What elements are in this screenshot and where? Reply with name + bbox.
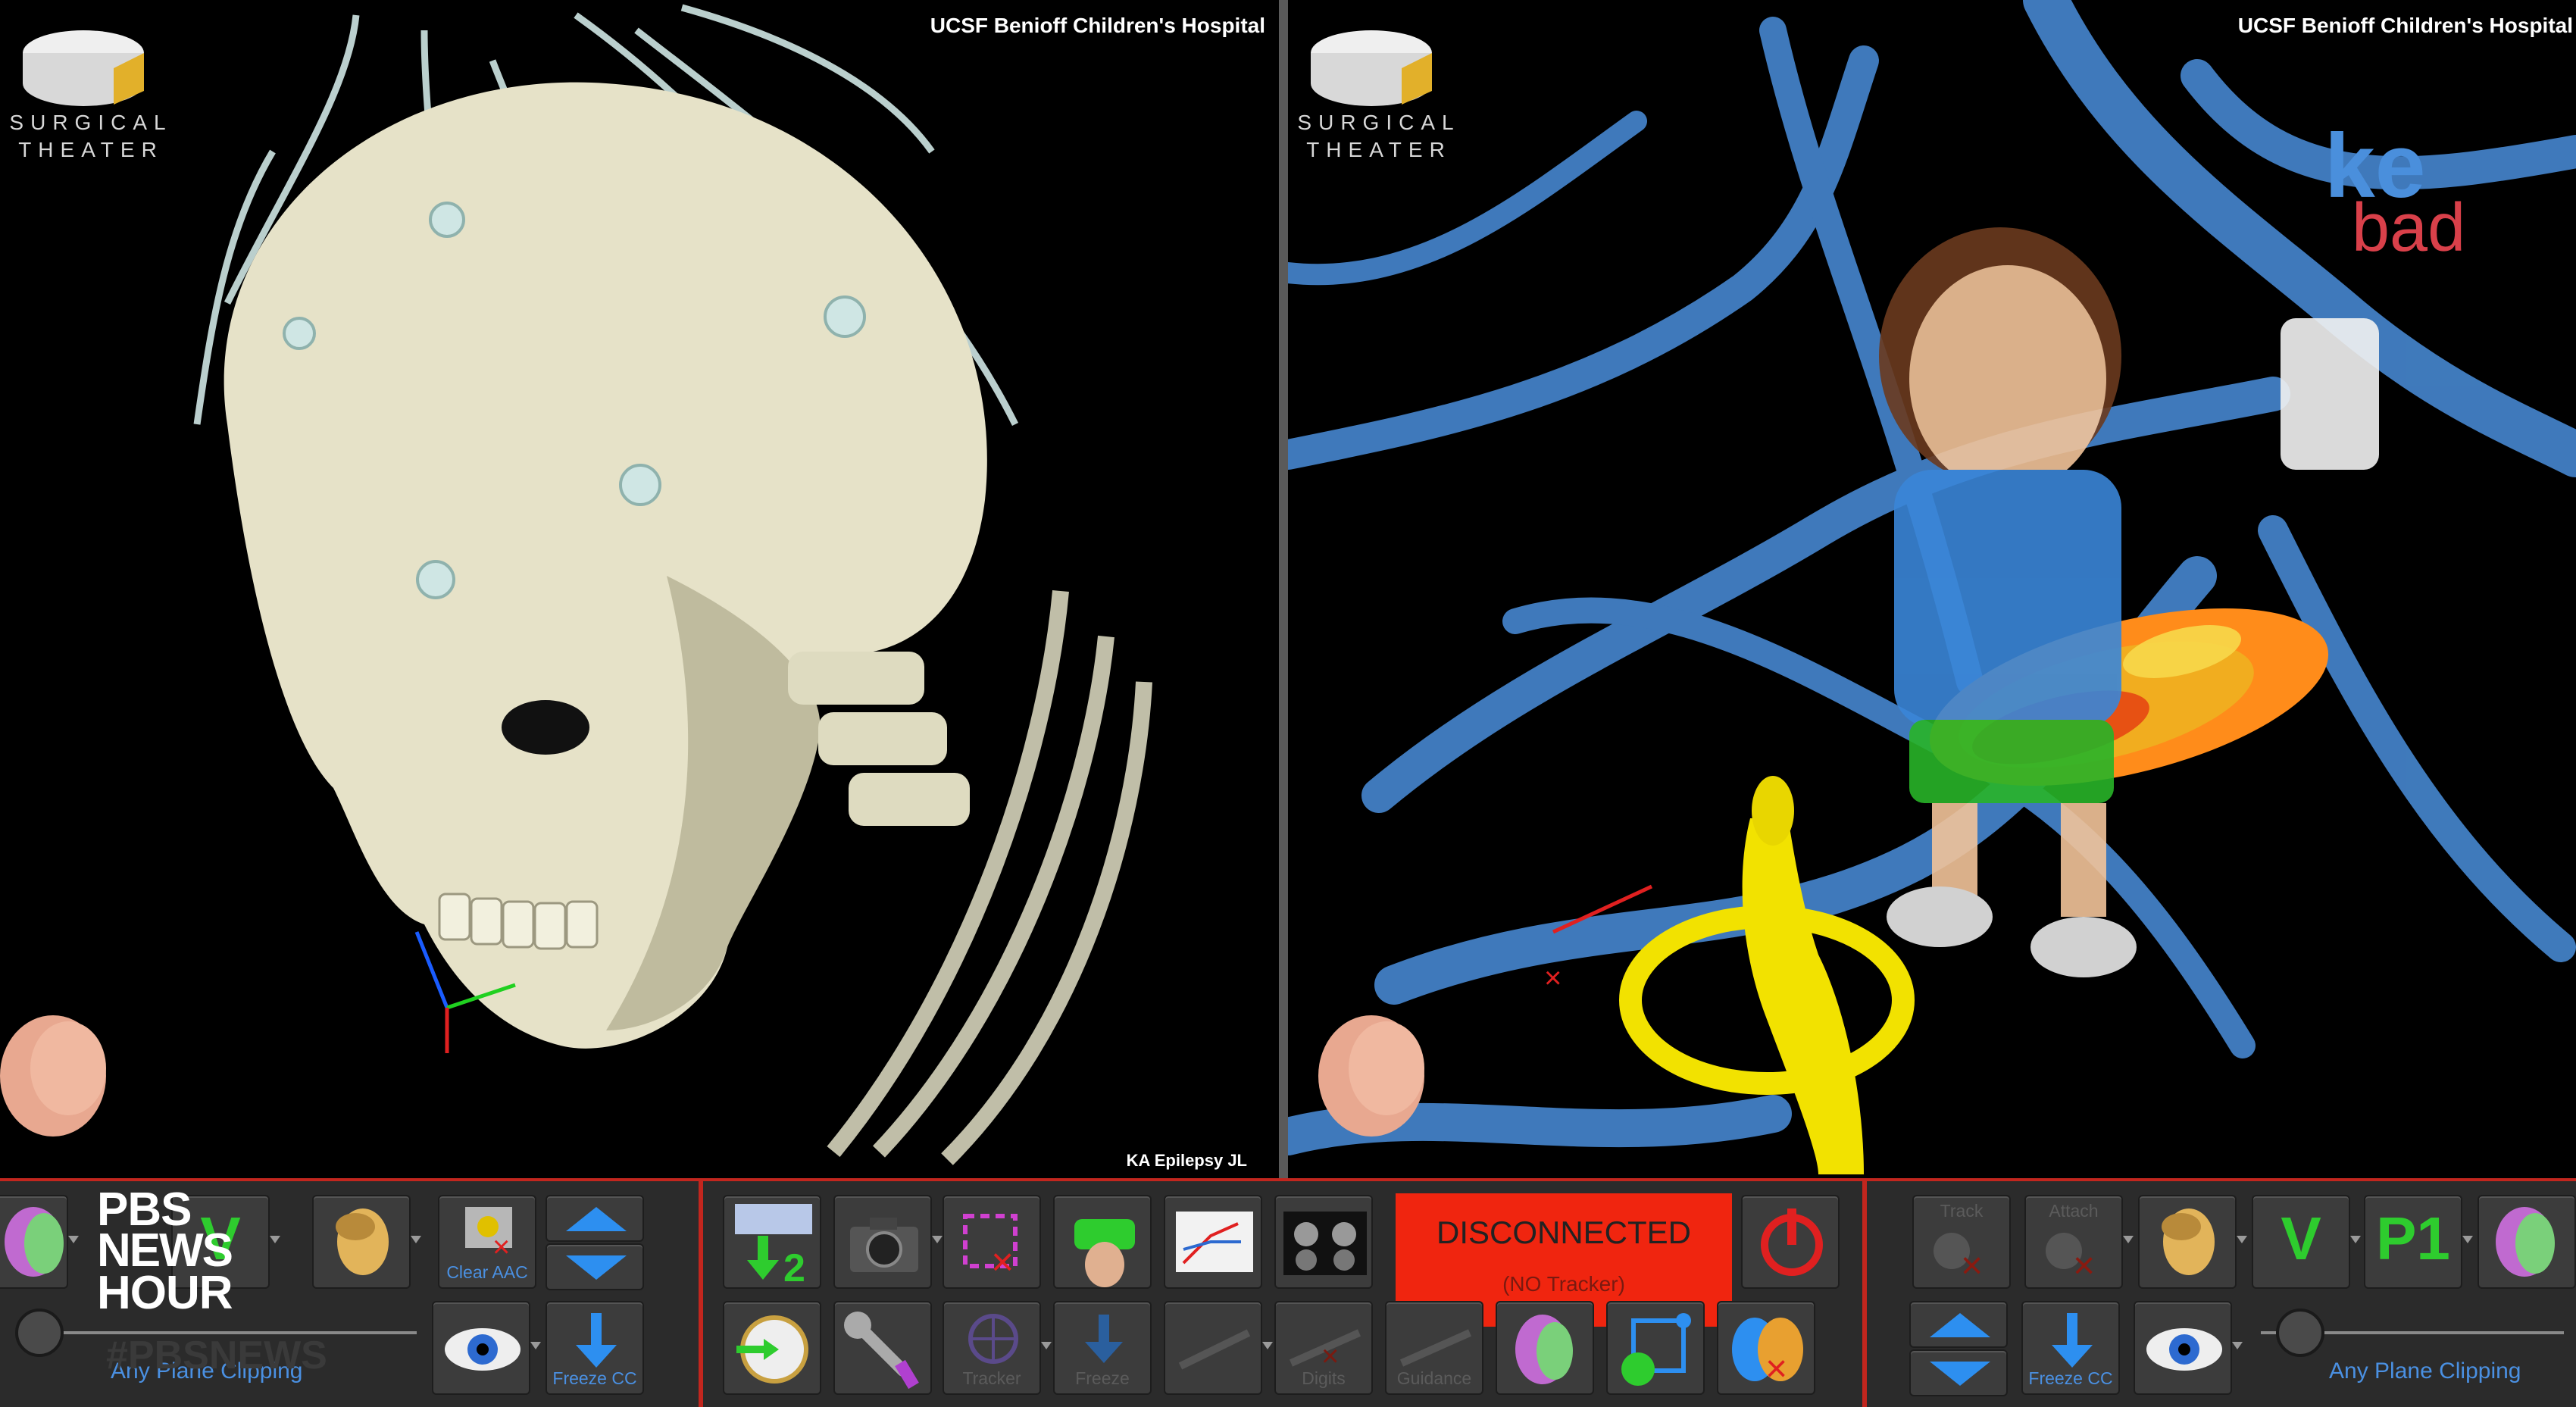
svg-text:×: ×: [1765, 1347, 1787, 1390]
any-plane-clipping-label: Any Plane Clipping: [2329, 1359, 2521, 1384]
head-orientation-icon: [1318, 1015, 1424, 1137]
right-3d-viewport[interactable]: × SURGICAL THEATER UCSF Benioff Children'…: [1288, 0, 2576, 1178]
head-segment-button[interactable]: [1496, 1301, 1594, 1395]
svg-text:×: ×: [991, 1240, 1014, 1284]
mri-views-button[interactable]: [1274, 1195, 1373, 1289]
svg-text:×: ×: [1961, 1244, 1983, 1287]
surgical-theater-logo: SURGICAL THEATER: [1288, 8, 1485, 161]
pbs-hashtag-watermark: #PBSNEWS: [106, 1334, 327, 1377]
probe-button[interactable]: [1164, 1301, 1273, 1395]
bottom-toolbar: V × Clear AAC Any Plane Clipping Freeze …: [0, 1178, 2576, 1407]
left-3d-viewport[interactable]: SURGICAL THEATER UCSF Benioff Children's …: [0, 0, 1279, 1178]
move-down-button[interactable]: [1909, 1349, 2008, 1396]
right-toolbar-panel: × Track × Attach V P1 Freeze CC Any Plan…: [1867, 1181, 2576, 1407]
eye-visibility-button[interactable]: [2134, 1301, 2243, 1395]
clipping-slider-knob[interactable]: [15, 1309, 64, 1357]
guidance-button[interactable]: Guidance: [1385, 1301, 1483, 1395]
svg-text:×: ×: [1544, 961, 1562, 995]
move-up-button[interactable]: [1909, 1301, 2008, 1348]
head-skin-button[interactable]: [2138, 1195, 2247, 1289]
center-toolbar-panel: 2 × DISCONNECTED (NO Tracker) Tracker Fr…: [703, 1181, 1862, 1407]
hospital-name: UCSF Benioff Children's Hospital: [930, 14, 1265, 37]
hospital-name: UCSF Benioff Children's Hospital: [2237, 14, 2573, 37]
trajectory-chart-button[interactable]: [1164, 1195, 1262, 1289]
svg-text:2: 2: [783, 1246, 805, 1290]
svg-text:×: ×: [492, 1230, 510, 1264]
preset-p1-button[interactable]: P1: [2364, 1195, 2473, 1289]
camera-button[interactable]: [833, 1195, 943, 1289]
eye-visibility-button[interactable]: [432, 1301, 541, 1395]
skull-3d-model[interactable]: [0, 0, 1279, 1178]
power-button[interactable]: [1741, 1195, 1840, 1289]
status-subtitle: (NO Tracker): [1502, 1272, 1625, 1296]
clear-selection-button[interactable]: ×: [943, 1195, 1041, 1289]
tracker-button[interactable]: Tracker: [943, 1301, 1052, 1395]
node-graph-button[interactable]: [1606, 1301, 1705, 1395]
clear-heads-button[interactable]: ×: [1717, 1301, 1815, 1395]
viewport-divider[interactable]: [1279, 0, 1288, 1178]
svg-text:×: ×: [2073, 1244, 2095, 1287]
head-color-view-button[interactable]: [0, 1195, 79, 1289]
move-up-button[interactable]: [546, 1195, 644, 1242]
clear-aac-button[interactable]: × Clear AAC: [438, 1195, 536, 1289]
move-down-button[interactable]: [546, 1243, 644, 1290]
freeze-cc-button[interactable]: Freeze CC: [546, 1301, 644, 1395]
overlay-word-2: bad: [2352, 190, 2466, 266]
head-orientation-icon: [0, 1015, 106, 1137]
pbs-newshour-logo: PBS NEWS HOUR: [97, 1183, 233, 1319]
freeze-button[interactable]: Freeze: [1053, 1301, 1152, 1395]
surgical-theater-logo: SURGICAL THEATER: [0, 8, 197, 161]
compass-navigation-button[interactable]: [723, 1301, 821, 1395]
vr-headset-button[interactable]: [1053, 1195, 1152, 1289]
attach-button[interactable]: × Attach: [2024, 1195, 2134, 1289]
clipping-slider-knob[interactable]: [2276, 1309, 2324, 1357]
head-color-view-button[interactable]: [2478, 1195, 2576, 1289]
load-2-button[interactable]: 2: [723, 1195, 821, 1290]
case-label: KA Epilepsy JL: [1126, 1151, 1247, 1170]
wrench-tool-button[interactable]: [833, 1301, 932, 1395]
head-skin-button[interactable]: [312, 1195, 421, 1289]
view-v-button[interactable]: V: [2252, 1195, 2361, 1289]
digits-button[interactable]: × Digits: [1274, 1301, 1373, 1395]
freeze-cc-button[interactable]: Freeze CC: [2021, 1301, 2120, 1395]
track-button[interactable]: × Track: [1912, 1195, 2011, 1289]
status-title: DISCONNECTED: [1436, 1215, 1692, 1250]
